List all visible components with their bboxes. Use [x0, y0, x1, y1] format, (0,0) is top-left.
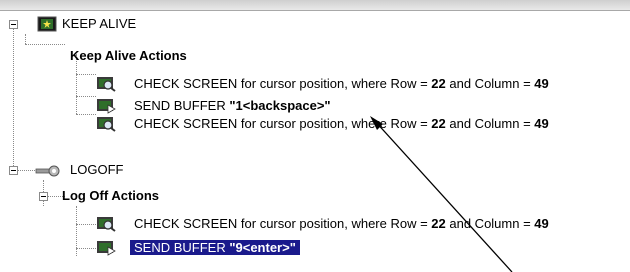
send-buffer-icon: [97, 241, 116, 256]
key-icon: [35, 165, 60, 177]
tree-item-send-buffer[interactable]: SEND BUFFER "9<enter>": [0, 238, 630, 258]
tree-node-logoff[interactable]: LOGOFF: [0, 160, 630, 180]
item-text: SEND BUFFER "1<backspace>": [134, 98, 331, 113]
node-label: LOGOFF: [70, 162, 124, 177]
item-text: CHECK SCREEN for cursor position, where …: [134, 216, 549, 231]
collapse-icon[interactable]: [39, 192, 48, 201]
tree-item-send-buffer[interactable]: SEND BUFFER "1<backspace>": [0, 96, 630, 116]
tree-item-check-screen[interactable]: CHECK SCREEN for cursor position, where …: [0, 214, 630, 234]
tree-item-check-screen[interactable]: CHECK SCREEN for cursor position, where …: [0, 74, 630, 94]
check-screen-icon: [97, 217, 116, 232]
collapse-icon[interactable]: [9, 20, 18, 29]
group-label: Log Off Actions: [62, 188, 160, 203]
tree-node-log-off-actions[interactable]: Log Off Actions: [0, 186, 630, 206]
item-text: CHECK SCREEN for cursor position, where …: [134, 76, 549, 91]
send-buffer-icon: [97, 99, 116, 114]
item-text-selected: SEND BUFFER "9<enter>": [130, 238, 300, 258]
selection-highlight: SEND BUFFER "9<enter>": [130, 240, 300, 255]
tree-item-check-screen[interactable]: CHECK SCREEN for cursor position, where …: [0, 114, 630, 134]
tree-node-keep-alive[interactable]: KEEP ALIVE: [0, 14, 630, 34]
action-tree: KEEP ALIVE Keep Alive Actions CHECK SCRE…: [0, 10, 630, 272]
keep-alive-icon: [37, 16, 57, 32]
check-screen-icon: [97, 77, 116, 92]
item-text: CHECK SCREEN for cursor position, where …: [134, 116, 549, 131]
tree-guide: [25, 44, 65, 45]
node-label: KEEP ALIVE: [62, 16, 137, 31]
tree-guide: [25, 34, 26, 44]
group-label: Keep Alive Actions: [70, 48, 187, 63]
tree-node-keep-alive-actions[interactable]: Keep Alive Actions: [0, 46, 630, 66]
check-screen-icon: [97, 117, 116, 132]
collapse-icon[interactable]: [9, 166, 18, 175]
